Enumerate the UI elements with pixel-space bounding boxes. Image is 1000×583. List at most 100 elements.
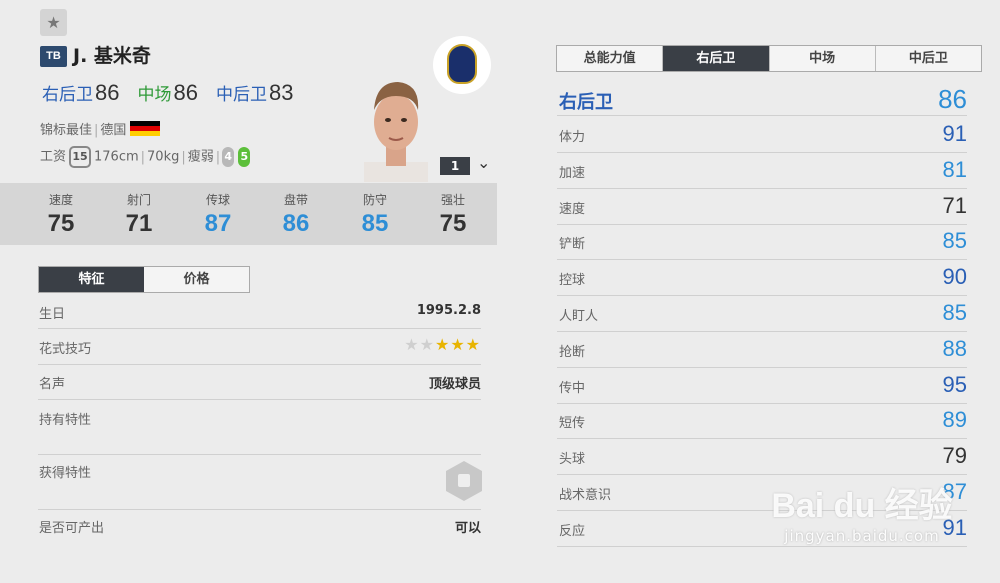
attribute-row: 速度 71 xyxy=(557,189,967,225)
strong-foot-icon: 5 xyxy=(238,147,251,167)
stat-value: 75 xyxy=(439,210,467,237)
tab-right-back[interactable]: 右后卫 xyxy=(663,46,770,71)
watermark-brand: Bai du 经验 xyxy=(771,487,953,525)
birthday-row: 生日 1995.2.8 xyxy=(38,296,481,329)
attribute-label: 头球 xyxy=(559,452,586,468)
nation-label: 德国 xyxy=(100,123,127,138)
attribute-row: 短传 89 xyxy=(557,403,967,440)
chevron-down-icon[interactable]: ⌄ xyxy=(477,153,490,172)
level-badge[interactable]: 1 xyxy=(440,157,470,175)
fame-label: 名声 xyxy=(39,377,66,392)
position-cm-rating: 86 xyxy=(173,80,198,105)
attribute-label: 短传 xyxy=(559,416,586,432)
attribute-row: 铲断 85 xyxy=(557,224,967,261)
stat-label: 速度 xyxy=(48,193,73,207)
attribute-row: 头球 79 xyxy=(557,439,967,476)
stat-label: 强壮 xyxy=(440,193,465,207)
position-rb: 右后卫 xyxy=(42,85,93,105)
producible-value: 可以 xyxy=(454,521,481,536)
stat-passing: 传球 87 xyxy=(178,183,258,238)
stat-value: 75 xyxy=(47,210,75,237)
tab-price[interactable]: 价格 xyxy=(144,267,249,292)
position-cm: 中场 xyxy=(137,85,172,105)
fame-row: 名声 顶级球员 xyxy=(38,365,481,400)
stat-pace: 速度 75 xyxy=(21,183,101,238)
stat-defending: 防守 85 xyxy=(335,183,415,238)
birthday-value: 1995.2.8 xyxy=(416,303,481,318)
producible-row: 是否可产出 可以 xyxy=(38,510,481,542)
stat-label: 盘带 xyxy=(283,193,308,207)
body-type: 瘦弱 xyxy=(187,149,214,165)
attribute-label: 人盯人 xyxy=(559,309,599,324)
attribute-value: 91 xyxy=(942,121,967,146)
tab-center-back[interactable]: 中后卫 xyxy=(875,46,981,71)
tab-overall[interactable]: 总能力值 xyxy=(557,46,664,71)
player-portrait-image xyxy=(364,82,428,182)
player-info-line: 工资 15 176cm | 70kg | 瘦弱 | 4 5 xyxy=(40,146,251,169)
attribute-label: 速度 xyxy=(559,201,586,217)
position-header-label: 右后卫 xyxy=(559,92,613,113)
star-filled-icon: ★ xyxy=(465,335,481,354)
stat-value: 85 xyxy=(361,210,389,237)
attribute-row: 加速 81 xyxy=(557,153,967,189)
position-header-value: 86 xyxy=(938,84,967,114)
germany-flag-icon xyxy=(130,121,161,136)
star-filled-icon: ★ xyxy=(434,335,451,354)
stat-label: 传球 xyxy=(205,193,230,207)
tab-traits[interactable]: 特征 xyxy=(39,267,144,292)
stat-value: 86 xyxy=(282,210,310,237)
watermark-url: jingyan.baidu.com xyxy=(784,527,940,545)
acquired-traits-row: 获得特性 xyxy=(38,455,481,510)
owned-traits-row: 持有特性 xyxy=(38,400,481,455)
skill-stars: ★★★★★ xyxy=(404,335,481,354)
stat-dribbling: 盘带 86 xyxy=(256,183,336,238)
stat-label: 防守 xyxy=(362,193,387,207)
weight: 70kg xyxy=(147,149,180,165)
producible-label: 是否可产出 xyxy=(39,521,105,536)
attribute-label: 抢断 xyxy=(559,344,586,360)
attribute-label: 控球 xyxy=(559,273,586,289)
main-stats-bar: 速度 75 射门 71 传球 87 盘带 86 防守 85 强壮 75 xyxy=(0,183,497,245)
attribute-value: 85 xyxy=(942,228,967,254)
attribute-row: 传中 95 xyxy=(557,368,967,404)
stat-label: 射门 xyxy=(126,193,151,207)
favorite-star-icon[interactable]: ★ xyxy=(40,9,67,36)
attribute-value: 85 xyxy=(942,300,967,325)
tab-midfield[interactable]: 中场 xyxy=(769,46,876,71)
height: 176cm xyxy=(94,149,139,165)
position-cb: 中后卫 xyxy=(215,85,267,105)
attribute-value: 81 xyxy=(942,156,967,182)
season-label: 锦标最佳 xyxy=(40,123,93,138)
attribute-value: 79 xyxy=(942,443,967,469)
baidu-watermark: Bai du 经验 jingyan.baidu.com xyxy=(762,478,962,568)
skill-row: 花式技巧 ★★★★★ xyxy=(38,329,481,365)
club-badge-icon xyxy=(433,36,491,94)
position-cb-rating: 83 xyxy=(268,80,294,105)
acquired-traits-label: 获得特性 xyxy=(39,466,92,481)
weak-foot-icon: 4 xyxy=(222,147,235,167)
birthday-label: 生日 xyxy=(39,307,66,322)
star-empty-icon: ★ xyxy=(404,335,420,354)
attribute-label: 反应 xyxy=(559,523,586,539)
stat-value: 71 xyxy=(125,210,153,237)
season-badge: TB xyxy=(40,46,67,67)
stat-value: 87 xyxy=(204,210,232,237)
attribute-value: 90 xyxy=(942,264,967,290)
attribute-value: 71 xyxy=(942,192,967,218)
attribute-row: 人盯人 85 xyxy=(557,296,967,332)
attribute-label: 体力 xyxy=(559,130,586,145)
position-header: 右后卫 86 xyxy=(557,84,967,116)
attribute-row: 控球 90 xyxy=(557,260,967,297)
position-ratings: 右后卫86 中场86 中后卫83 xyxy=(42,80,311,108)
star-empty-icon: ★ xyxy=(419,335,435,354)
skill-label: 花式技巧 xyxy=(39,342,92,357)
left-tabs: 特征 价格 xyxy=(38,266,250,293)
attribute-label: 传中 xyxy=(559,380,586,396)
attribute-row: 体力 91 xyxy=(557,117,967,153)
stat-shooting: 射门 71 xyxy=(99,183,179,238)
attribute-row: 抢断 88 xyxy=(557,332,967,368)
attribute-label: 加速 xyxy=(559,165,586,181)
salary-hex-icon: 15 xyxy=(69,146,92,168)
attribute-value: 89 xyxy=(942,407,967,433)
attribute-label: 铲断 xyxy=(559,237,586,253)
